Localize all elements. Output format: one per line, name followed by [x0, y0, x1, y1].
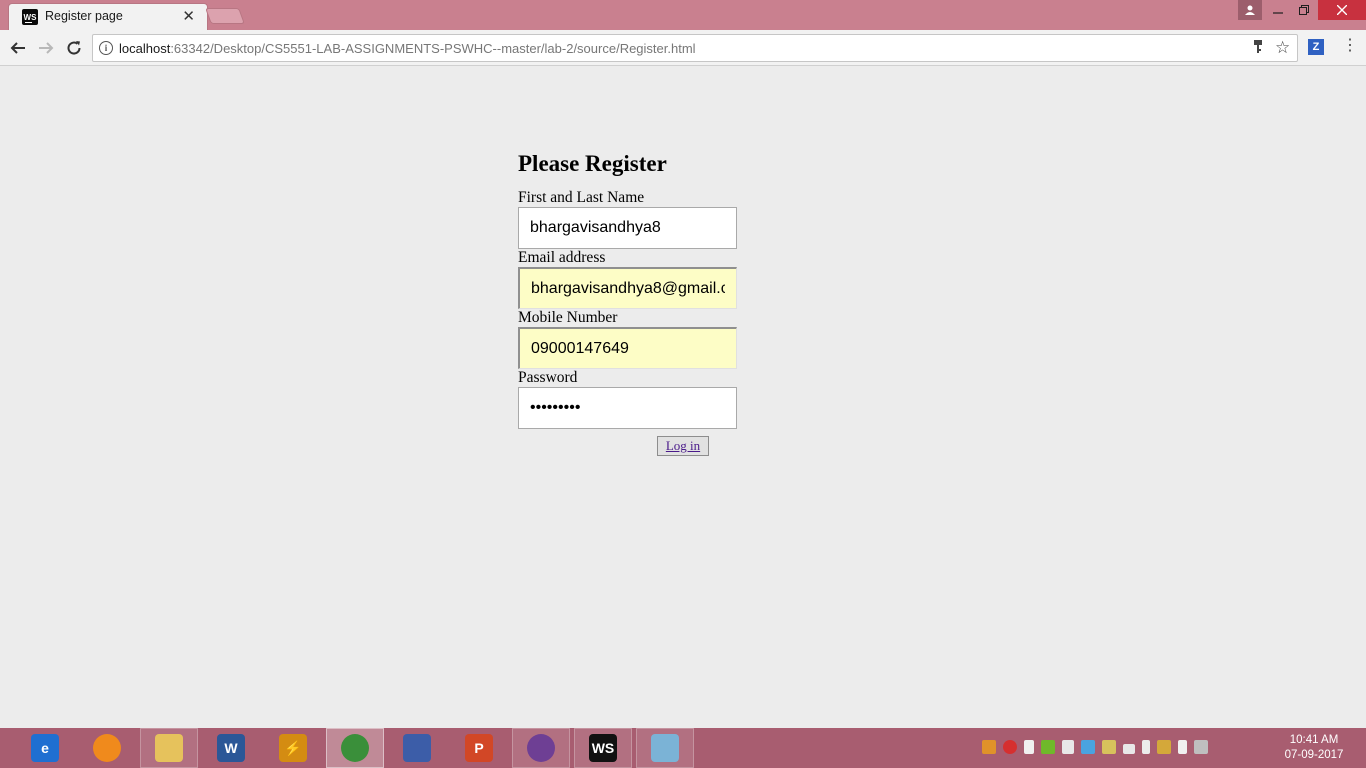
tray-security-icon[interactable]	[1003, 740, 1017, 754]
taskbar-internet-explorer[interactable]: e	[16, 728, 74, 768]
battery-icon[interactable]	[1142, 740, 1150, 754]
taskbar-github-desktop[interactable]	[512, 728, 570, 768]
tray-app-icon[interactable]	[982, 740, 996, 754]
taskbar-media-player[interactable]	[78, 728, 136, 768]
address-bar[interactable]: i localhost:63342/Desktop/CS5551-LAB-ASS…	[92, 34, 1298, 62]
nvidia-icon[interactable]	[1041, 740, 1055, 754]
reload-icon[interactable]	[62, 36, 86, 60]
minimize-icon[interactable]	[1264, 0, 1292, 20]
taskbar-notepad[interactable]	[636, 728, 694, 768]
volume-icon[interactable]	[1062, 740, 1074, 754]
network-app-icon	[403, 734, 431, 762]
register-form: Please Register First and Last Name Emai…	[518, 147, 758, 456]
email-field[interactable]	[518, 267, 737, 309]
tab-close-icon[interactable]: ✕	[182, 7, 195, 25]
mobile-label: Mobile Number	[518, 309, 618, 326]
taskbar-word[interactable]: W	[202, 728, 260, 768]
key-icon[interactable]	[1253, 40, 1263, 57]
taskbar-network-app[interactable]	[388, 728, 446, 768]
webstorm-icon: WS	[589, 734, 617, 762]
back-arrow-icon[interactable]	[6, 36, 30, 60]
name-label: First and Last Name	[518, 189, 645, 206]
windows-taskbar: e W ⚡ P WS 10:41 AM 07-09-2017	[0, 728, 1366, 768]
clock[interactable]: 10:41 AM 07-09-2017	[1276, 733, 1352, 763]
password-label: Password	[518, 369, 578, 386]
tab-register-page[interactable]: WS Register page ✕	[8, 3, 208, 30]
password-field[interactable]	[518, 387, 737, 429]
chrome-menu-icon[interactable]: ⋮	[1342, 38, 1358, 54]
name-field[interactable]	[518, 207, 737, 249]
email-label: Email address	[518, 249, 606, 266]
url-text[interactable]: localhost:63342/Desktop/CS5551-LAB-ASSIG…	[119, 41, 696, 56]
signal-icon[interactable]	[1123, 744, 1135, 754]
taskbar-winamp[interactable]: ⚡	[264, 728, 322, 768]
display-icon[interactable]	[1102, 740, 1116, 754]
bookmark-star-icon[interactable]: ☆	[1275, 38, 1290, 58]
webstorm-favicon-icon: WS	[22, 9, 38, 25]
restore-icon[interactable]	[1292, 0, 1316, 20]
site-info-icon[interactable]: i	[99, 41, 113, 55]
taskbar-webstorm[interactable]: WS	[574, 728, 632, 768]
mobile-field[interactable]	[518, 327, 737, 369]
chrome-icon	[341, 734, 369, 762]
taskbar-chrome[interactable]	[326, 728, 384, 768]
clock-time: 10:41 AM	[1289, 734, 1339, 746]
clock-date: 07-09-2017	[1284, 749, 1344, 761]
winamp-icon: ⚡	[279, 734, 307, 762]
close-window-icon[interactable]	[1318, 0, 1366, 20]
login-button[interactable]: Log in	[657, 436, 709, 456]
taskbar-powerpoint[interactable]: P	[450, 728, 508, 768]
page-content: Please Register First and Last Name Emai…	[0, 67, 1366, 728]
extension-z-icon[interactable]: Z	[1308, 39, 1324, 55]
flag-icon[interactable]	[1024, 740, 1034, 754]
media-player-icon	[93, 734, 121, 762]
action-center-icon[interactable]	[1194, 740, 1208, 754]
bluetooth-icon[interactable]	[1178, 740, 1187, 754]
system-tray	[982, 740, 1208, 756]
file-explorer-icon	[155, 734, 183, 762]
page-title: Please Register	[518, 151, 667, 176]
word-icon: W	[217, 734, 245, 762]
title-bar: WS Register page ✕	[0, 0, 1366, 30]
notepad-icon	[651, 734, 679, 762]
new-tab-button[interactable]	[205, 8, 245, 24]
tab-title: Register page	[45, 9, 123, 23]
taskbar-file-explorer[interactable]	[140, 728, 198, 768]
github-desktop-icon	[527, 734, 555, 762]
user-profile-icon[interactable]	[1238, 0, 1262, 20]
powerpoint-icon: P	[465, 734, 493, 762]
internet-explorer-icon: e	[31, 734, 59, 762]
forward-arrow-icon[interactable]	[34, 36, 58, 60]
tray-winamp-icon[interactable]	[1157, 740, 1171, 754]
browser-toolbar: i localhost:63342/Desktop/CS5551-LAB-ASS…	[0, 30, 1366, 66]
network-tray-icon[interactable]	[1081, 740, 1095, 754]
